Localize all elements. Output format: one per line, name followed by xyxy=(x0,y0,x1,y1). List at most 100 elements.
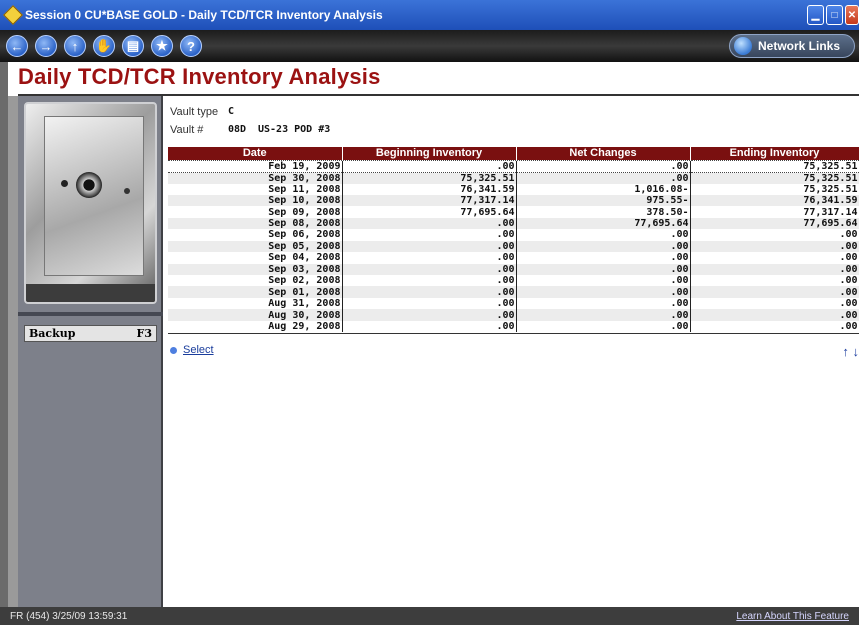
page-title: Daily TCD/TCR Inventory Analysis xyxy=(18,64,381,89)
stop-hand-icon[interactable]: ✋ xyxy=(93,35,115,57)
ending-inventory-cell: 77,317.14 xyxy=(690,206,859,218)
window-title: Session 0 CU*BASE GOLD - Daily TCD/TCR I… xyxy=(25,8,383,22)
ending-inventory-cell: .00 xyxy=(690,309,859,321)
net-changes-cell: 378.50- xyxy=(516,206,691,218)
date-cell: Sep 01, 2008 xyxy=(168,286,343,298)
date-cell: Sep 06, 2008 xyxy=(168,229,343,241)
date-cell: Sep 30, 2008 xyxy=(168,172,343,184)
ending-inventory-cell: .00 xyxy=(690,320,859,333)
table-row[interactable]: Aug 31, 2008.00.00.00 xyxy=(168,297,859,310)
net-changes-cell: .00 xyxy=(516,240,691,253)
select-action[interactable]: Select xyxy=(170,344,214,356)
close-button[interactable]: ✕ xyxy=(845,5,859,25)
side-panel: Backup F3 xyxy=(18,96,163,607)
status-info: FR (454) 3/25/09 13:59:31 xyxy=(10,610,128,622)
beginning-inventory-cell: 77,695.64 xyxy=(342,206,517,218)
bullet-icon xyxy=(170,346,177,354)
table-row[interactable]: Sep 10, 2008 77,317.14 975.55- 76,341.59 xyxy=(168,194,859,207)
status-bar: FR (454) 3/25/09 13:59:31 Learn About Th… xyxy=(0,607,859,625)
beginning-inventory-cell: 77,317.14 xyxy=(342,194,517,207)
back-arrow-icon[interactable]: ← xyxy=(6,35,28,57)
help-icon[interactable]: ? xyxy=(180,35,202,57)
ending-inventory-cell: .00 xyxy=(690,252,859,264)
scroll-arrows-icon[interactable]: ↑ ↓ xyxy=(842,344,859,359)
ending-inventory-cell: .00 xyxy=(690,229,859,241)
date-cell: Sep 04, 2008 xyxy=(168,252,343,264)
ending-inventory-cell: 76,341.59 xyxy=(690,194,859,207)
table-row[interactable]: Sep 05, 2008.00.00.00 xyxy=(168,240,859,253)
backup-button[interactable]: Backup F3 xyxy=(24,325,157,342)
table-bottom-rule xyxy=(168,333,859,334)
vault-knob xyxy=(76,172,102,198)
net-changes-cell: .00 xyxy=(516,309,691,321)
table-row[interactable]: Sep 03, 2008.00.00.00 xyxy=(168,263,859,275)
forward-arrow-icon[interactable]: → xyxy=(35,35,57,57)
date-cell: Sep 02, 2008 xyxy=(168,275,343,287)
net-changes-cell: .00 xyxy=(516,229,691,241)
net-changes-cell: .00 xyxy=(516,297,691,310)
up-arrow-icon[interactable]: ↑ xyxy=(64,35,86,57)
ending-inventory-cell: 77,695.64 xyxy=(690,217,859,230)
inventory-table: Date Beginning Inventory Net Changes End… xyxy=(168,147,859,333)
maximize-button[interactable]: □ xyxy=(826,5,843,25)
net-changes-cell: .00 xyxy=(516,159,691,173)
beginning-inventory-cell: .00 xyxy=(342,217,517,230)
net-changes-cell: .00 xyxy=(516,286,691,298)
vault-number-label: Vault # xyxy=(170,124,204,136)
left-frame xyxy=(0,62,8,607)
vault-bolt xyxy=(124,188,130,194)
network-links-button[interactable]: Network Links xyxy=(729,34,855,58)
beginning-inventory-cell: .00 xyxy=(342,286,517,298)
ending-inventory-cell: 75,325.51 xyxy=(690,159,859,173)
ending-inventory-cell: .00 xyxy=(690,286,859,298)
vault-type-value: C xyxy=(228,106,235,117)
net-changes-cell: .00 xyxy=(516,320,691,333)
net-changes-cell: .00 xyxy=(516,263,691,275)
table-row[interactable]: Sep 30, 2008 75,325.51.00 75,325.51 xyxy=(168,172,859,184)
beginning-inventory-cell: .00 xyxy=(342,240,517,253)
table-row[interactable]: Sep 08, 2008.00 77,695.64 77,695.64 xyxy=(168,217,859,230)
table-row[interactable]: Sep 02, 2008.00.00.00 xyxy=(168,275,859,287)
beginning-inventory-cell: .00 xyxy=(342,252,517,264)
vault-type-label: Vault type xyxy=(170,106,219,118)
window-controls: ▁ □ ✕ xyxy=(807,5,859,25)
app-icon xyxy=(3,5,23,25)
table-row[interactable]: Sep 01, 2008.00.00.00 xyxy=(168,286,859,298)
beginning-inventory-cell: .00 xyxy=(342,297,517,310)
beginning-inventory-cell: .00 xyxy=(342,275,517,287)
column-header-date[interactable]: Date xyxy=(168,147,343,160)
favorites-star-icon[interactable]: ★ xyxy=(151,35,173,57)
table-row[interactable]: Sep 06, 2008.00.00.00 xyxy=(168,229,859,241)
learn-about-feature-link[interactable]: Learn About This Feature xyxy=(736,611,849,622)
select-link-label: Select xyxy=(183,344,214,356)
table-row[interactable]: Feb 19, 2009.00.00 75,325.51 xyxy=(168,159,859,173)
print-icon[interactable]: ▤ xyxy=(122,35,144,57)
vault-bolt xyxy=(61,180,68,187)
net-changes-cell: 1,016.08- xyxy=(516,183,691,195)
backup-key: F3 xyxy=(136,327,152,340)
column-header-beginning-inventory[interactable]: Beginning Inventory xyxy=(342,147,517,160)
backup-label: Backup xyxy=(29,327,76,340)
ending-inventory-cell: 75,325.51 xyxy=(690,183,859,195)
column-header-net-changes[interactable]: Net Changes xyxy=(516,147,691,160)
date-cell: Feb 19, 2009 xyxy=(168,159,343,173)
table-row[interactable]: Sep 11, 2008 76,341.59 1,016.08- 75,325.51 xyxy=(168,183,859,195)
beginning-inventory-cell: .00 xyxy=(342,229,517,241)
net-changes-cell: .00 xyxy=(516,172,691,184)
table-row[interactable]: Sep 04, 2008.00.00.00 xyxy=(168,252,859,264)
vault-photo xyxy=(24,102,157,304)
toolbar: ← → ↑ ✋ ▤ ★ ? Network Links xyxy=(0,30,859,62)
beginning-inventory-cell: .00 xyxy=(342,159,517,173)
ending-inventory-cell: .00 xyxy=(690,240,859,253)
window-title-bar: Session 0 CU*BASE GOLD - Daily TCD/TCR I… xyxy=(0,0,859,30)
table-row[interactable]: Aug 30, 2008.00.00.00 xyxy=(168,309,859,321)
minimize-button[interactable]: ▁ xyxy=(807,5,824,25)
table-row[interactable]: Sep 09, 2008 77,695.64 378.50- 77,317.14 xyxy=(168,206,859,218)
ending-inventory-cell: 75,325.51 xyxy=(690,172,859,184)
column-header-ending-inventory[interactable]: Ending Inventory xyxy=(690,147,859,160)
date-cell: Aug 29, 2008 xyxy=(168,320,343,333)
table-row[interactable]: Aug 29, 2008.00.00.00 xyxy=(168,320,859,333)
date-cell: Sep 05, 2008 xyxy=(168,240,343,253)
beginning-inventory-cell: .00 xyxy=(342,309,517,321)
net-changes-cell: 77,695.64 xyxy=(516,217,691,230)
